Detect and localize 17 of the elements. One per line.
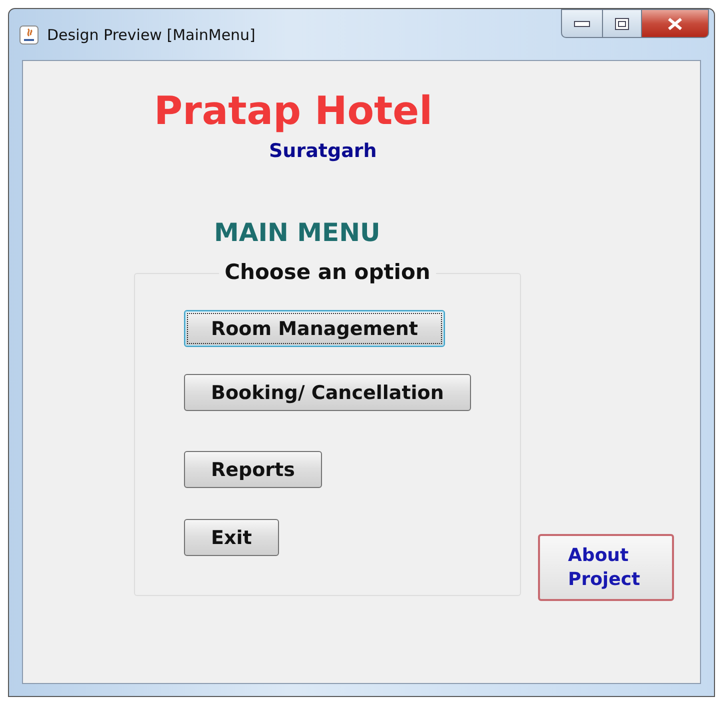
menu-title: MAIN MENU — [214, 218, 380, 247]
minimize-icon — [574, 20, 590, 26]
hotel-name: Pratap Hotel — [154, 89, 432, 134]
window-title: Design Preview [MainMenu] — [47, 26, 256, 44]
menu-button[interactable]: Reports — [184, 451, 322, 488]
maximize-button[interactable] — [603, 9, 642, 38]
java-icon — [19, 24, 39, 44]
menu-button[interactable]: Exit — [184, 519, 279, 556]
menu-button[interactable]: Booking/ Cancellation — [184, 374, 471, 411]
menu-button[interactable]: Room Management — [184, 310, 446, 347]
maximize-icon — [615, 18, 629, 30]
close-icon — [667, 16, 683, 30]
town-name: Suratgarh — [269, 140, 377, 162]
minimize-button[interactable] — [561, 9, 603, 38]
close-button[interactable] — [642, 9, 709, 38]
about-button[interactable]: About Project — [538, 534, 674, 601]
group-title: Choose an option — [218, 260, 436, 284]
